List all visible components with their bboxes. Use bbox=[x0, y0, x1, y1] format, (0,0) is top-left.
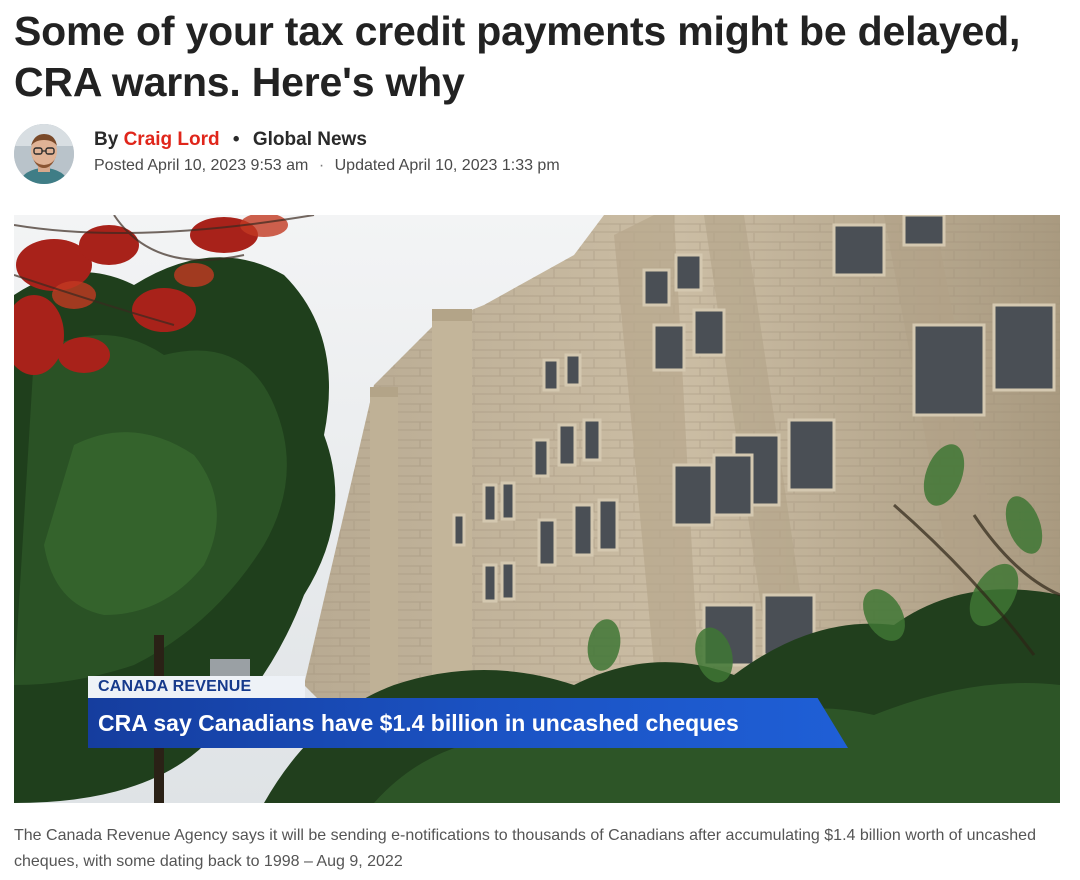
byline-text: By Craig Lord • Global News Posted April… bbox=[94, 127, 560, 177]
dates-row: Posted April 10, 2023 9:53 am · Updated … bbox=[94, 155, 560, 177]
byline: By Craig Lord • Global News Posted April… bbox=[14, 124, 1064, 188]
article-headline: Some of your tax credit payments might b… bbox=[14, 8, 1021, 105]
updated-date: Updated April 10, 2023 1:33 pm bbox=[334, 157, 560, 174]
outlet-name: Global News bbox=[252, 129, 367, 150]
date-separator: · bbox=[318, 157, 325, 174]
author-link[interactable]: Craig Lord bbox=[124, 129, 220, 150]
image-caption: The Canada Revenue Agency says it will b… bbox=[14, 827, 1036, 870]
author-avatar[interactable] bbox=[14, 124, 74, 184]
hero-video-image[interactable]: CANADA REVENUE CRA say Canadians have $1… bbox=[14, 215, 1060, 803]
author-avatar-icon bbox=[14, 124, 74, 184]
posted-date: Posted April 10, 2023 9:53 am bbox=[94, 157, 309, 174]
byline-separator: • bbox=[232, 129, 240, 150]
byline-prefix: By bbox=[94, 129, 119, 150]
author-row: By Craig Lord • Global News bbox=[94, 127, 560, 153]
news-headline-bar: CRA say Canadians have $1.4 billion in u… bbox=[88, 698, 848, 748]
news-tag: CANADA REVENUE bbox=[88, 676, 305, 698]
